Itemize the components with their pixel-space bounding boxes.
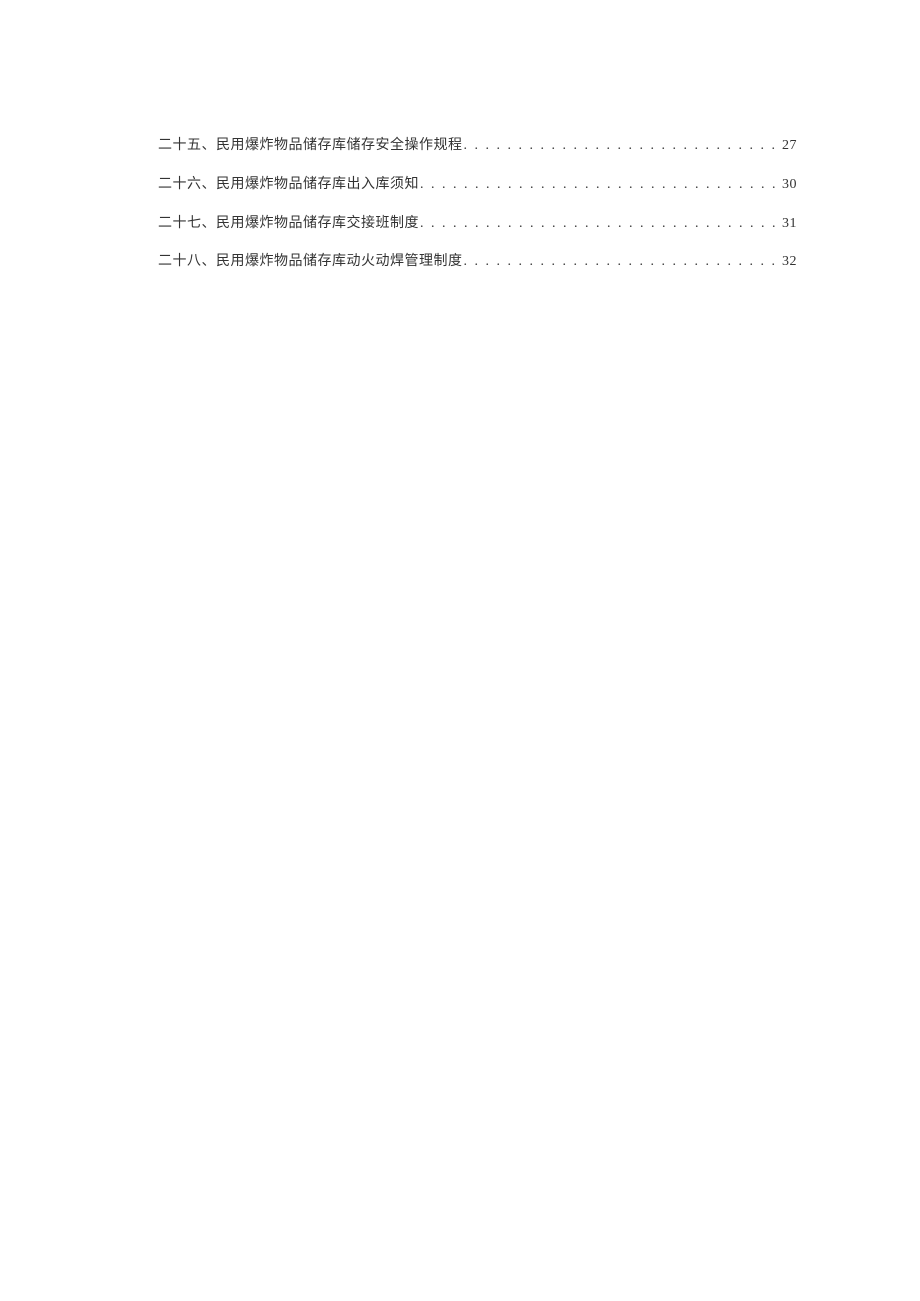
toc-entry-title: 二十五、民用爆炸物品储存库储存安全操作规程: [158, 138, 463, 155]
toc-entry: 二十八、民用爆炸物品储存库动火动焊管理制度 32: [158, 254, 797, 271]
toc-entry-page: 27: [782, 138, 797, 155]
toc-entry-title: 二十六、民用爆炸物品储存库出入库须知: [158, 177, 419, 194]
toc-leader-dots: [419, 216, 782, 233]
toc-leader-dots: [463, 138, 783, 155]
toc-entry: 二十六、民用爆炸物品储存库出入库须知 30: [158, 177, 797, 194]
toc-entry-title: 二十八、民用爆炸物品储存库动火动焊管理制度: [158, 254, 463, 271]
toc-entry: 二十五、民用爆炸物品储存库储存安全操作规程 27: [158, 138, 797, 155]
toc-entry-page: 31: [782, 216, 797, 233]
toc-entry-page: 32: [782, 254, 797, 271]
toc-leader-dots: [463, 254, 783, 271]
toc-entry-title: 二十七、民用爆炸物品储存库交接班制度: [158, 216, 419, 233]
toc-leader-dots: [419, 177, 782, 194]
toc-entry-page: 30: [782, 177, 797, 194]
toc-entry: 二十七、民用爆炸物品储存库交接班制度 31: [158, 216, 797, 233]
